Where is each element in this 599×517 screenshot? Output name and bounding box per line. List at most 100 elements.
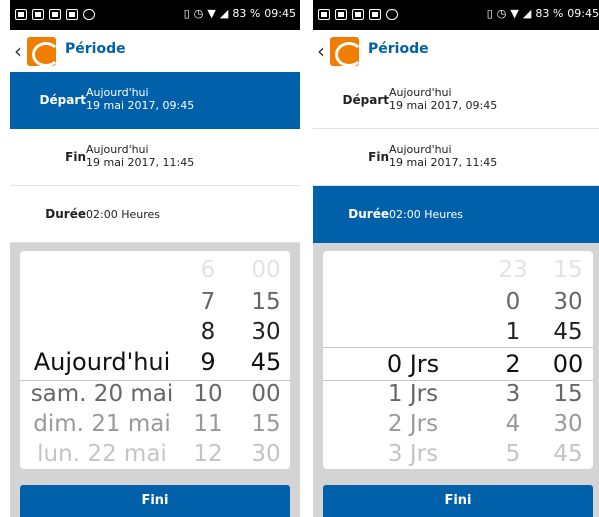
row-depart[interactable]: Départ Aujourd'hui 19 mai 2017, 09:45 — [10, 72, 300, 129]
picker-item[interactable]: 4 — [493, 409, 533, 439]
row-label: Départ — [39, 93, 86, 107]
row-value-line2: 19 mai 2017, 11:45 — [389, 156, 498, 169]
picker-item[interactable]: 15 — [246, 287, 286, 317]
picker-item-selected[interactable]: Aujourd'hui — [29, 347, 175, 377]
app-bar: ‹ Période — [313, 30, 599, 72]
picker-item-selected[interactable]: 00 — [547, 349, 589, 379]
row-value: 02:00 Heures — [389, 208, 463, 221]
wheel-picker[interactable]: 0 Jrs 1 Jrs 2 Jrs 3 Jrs 23 0 1 2 3 4 5 1… — [323, 251, 593, 469]
message-icon — [83, 9, 95, 20]
picker-item-selected[interactable]: 2 — [493, 349, 533, 379]
done-button[interactable]: Fini — [323, 485, 593, 517]
picker-panel: Aujourd'hui sam. 20 mai dim. 21 mai lun.… — [10, 243, 300, 517]
picker-item[interactable]: 5 — [493, 439, 533, 469]
selection-divider — [323, 347, 593, 348]
picker-item[interactable]: dim. 21 mai — [29, 409, 175, 439]
selection-divider — [20, 380, 290, 381]
picker-item[interactable]: 30 — [246, 439, 286, 469]
page-title: Période — [65, 41, 126, 57]
row-duree[interactable]: Durée 02:00 Heures — [313, 186, 599, 243]
row-value: Aujourd'hui 19 mai 2017, 11:45 — [86, 143, 194, 169]
picker-item[interactable]: 3 — [493, 379, 533, 409]
picker-item[interactable]: 10 — [192, 379, 224, 409]
wifi-icon: ▼ — [510, 7, 519, 20]
picker-item[interactable]: 30 — [547, 409, 589, 439]
picker-item-selected[interactable]: 9 — [192, 347, 224, 377]
status-bar: ▯ ◷ ▼ ◢ 83 % 09:45 — [10, 0, 300, 30]
row-value-line2: 19 mai 2017, 09:45 — [389, 99, 498, 112]
row-value-line2: 19 mai 2017, 09:45 — [86, 99, 195, 112]
row-label: Fin — [368, 150, 389, 164]
row-value: Aujourd'hui 19 mai 2017, 09:45 — [389, 86, 497, 112]
picker-item[interactable]: 11 — [192, 409, 224, 439]
row-value-line1: Aujourd'hui — [86, 86, 149, 99]
picker-item[interactable]: 30 — [547, 287, 589, 317]
picker-item[interactable]: 1 — [493, 317, 533, 347]
picker-item[interactable]: lun. 22 mai — [29, 439, 175, 469]
picker-item[interactable]: 45 — [547, 317, 589, 347]
image-icon — [15, 9, 27, 20]
row-value-line2: 19 mai 2017, 11:45 — [86, 156, 195, 169]
picker-item[interactable]: sam. 20 mai — [29, 379, 175, 409]
row-value: 02:00 Heures — [86, 208, 160, 221]
picker-item[interactable]: 6 — [192, 255, 224, 285]
back-chevron-icon[interactable]: ‹ — [317, 39, 325, 63]
picker-item[interactable]: 00 — [246, 379, 286, 409]
picker-item-selected[interactable]: 0 Jrs — [353, 349, 473, 379]
alarm-icon: ◷ — [496, 7, 507, 20]
phone-screen-duration: ▯ ◷ ▼ ◢ 83 % 09:45 ‹ Période Départ Aujo… — [313, 0, 599, 517]
image-icon — [352, 9, 364, 20]
image-icon — [66, 9, 78, 20]
picker-item[interactable]: 7 — [192, 287, 224, 317]
picker-item[interactable]: 8 — [192, 317, 224, 347]
picker-item[interactable]: 00 — [246, 255, 286, 285]
page-title: Période — [368, 41, 429, 57]
row-fin[interactable]: Fin Aujourd'hui 19 mai 2017, 11:45 — [10, 129, 300, 186]
picker-item[interactable]: 30 — [246, 317, 286, 347]
picker-item[interactable]: 15 — [547, 255, 589, 285]
row-value-line1: Aujourd'hui — [389, 143, 452, 156]
image-icon — [49, 9, 61, 20]
image-icon — [32, 9, 44, 20]
back-chevron-icon[interactable]: ‹ — [14, 39, 22, 63]
picker-item[interactable]: 2 Jrs — [353, 409, 473, 439]
clock: 09:45 — [264, 7, 296, 20]
battery-level: 83 % — [232, 7, 261, 20]
row-depart[interactable]: Départ Aujourd'hui 19 mai 2017, 09:45 — [313, 72, 599, 129]
picker-item[interactable]: 3 Jrs — [353, 439, 473, 469]
wifi-icon: ▼ — [207, 7, 216, 20]
selection-divider — [323, 380, 593, 381]
picker-item[interactable]: 45 — [547, 439, 589, 469]
app-logo-icon — [27, 37, 56, 66]
row-fin[interactable]: Fin Aujourd'hui 19 mai 2017, 11:45 — [313, 129, 599, 186]
row-label: Durée — [348, 207, 389, 221]
status-bar: ▯ ◷ ▼ ◢ 83 % 09:45 — [313, 0, 599, 30]
image-icon — [369, 9, 381, 20]
clock: 09:45 — [567, 7, 599, 20]
row-duree[interactable]: Durée 02:00 Heures — [10, 186, 300, 243]
picker-item[interactable]: 15 — [547, 379, 589, 409]
message-icon — [386, 9, 398, 20]
battery-level: 83 % — [535, 7, 564, 20]
signal-icon: ◢ — [219, 7, 229, 20]
row-value-line1: Aujourd'hui — [86, 143, 149, 156]
row-value: Aujourd'hui 19 mai 2017, 11:45 — [389, 143, 497, 169]
picker-item[interactable]: 15 — [246, 409, 286, 439]
done-button[interactable]: Fini — [20, 485, 290, 517]
picker-item[interactable]: 23 — [493, 255, 533, 285]
picker-item[interactable]: 0 — [493, 287, 533, 317]
alarm-icon: ◷ — [193, 7, 204, 20]
image-icon — [318, 9, 330, 20]
row-value: Aujourd'hui 19 mai 2017, 09:45 — [86, 86, 194, 112]
app-bar: ‹ Période — [10, 30, 300, 72]
wheel-picker[interactable]: Aujourd'hui sam. 20 mai dim. 21 mai lun.… — [20, 251, 290, 469]
picker-item[interactable]: 1 Jrs — [353, 379, 473, 409]
vibrate-icon: ▯ — [486, 7, 493, 20]
image-icon — [335, 9, 347, 20]
picker-item[interactable]: 12 — [192, 439, 224, 469]
row-value-line1: Aujourd'hui — [389, 86, 452, 99]
picker-item-selected[interactable]: 45 — [246, 347, 286, 377]
row-label: Départ — [342, 93, 389, 107]
picker-panel: 0 Jrs 1 Jrs 2 Jrs 3 Jrs 23 0 1 2 3 4 5 1… — [313, 243, 599, 517]
app-logo-icon — [330, 37, 359, 66]
